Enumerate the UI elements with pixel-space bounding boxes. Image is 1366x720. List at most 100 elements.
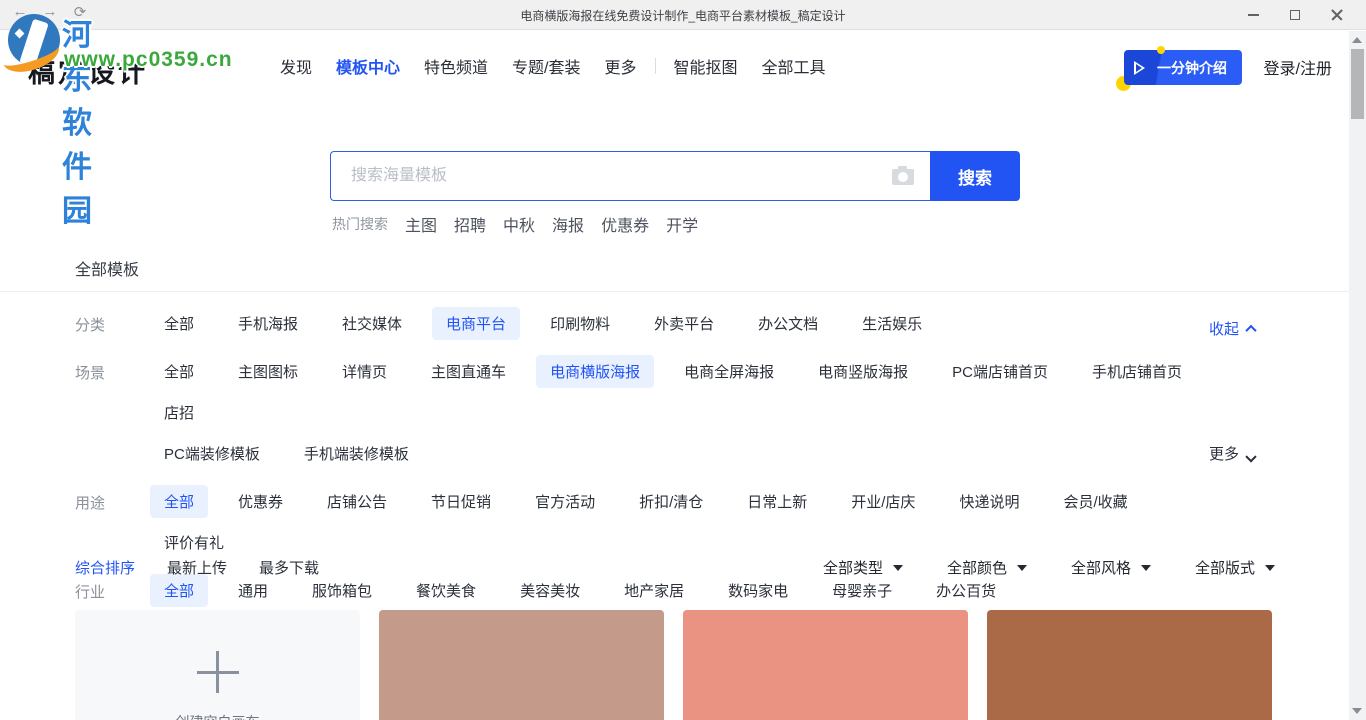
hot-search-item[interactable]: 中秋	[503, 212, 535, 236]
filter-chip[interactable]: 印刷物料	[536, 307, 624, 340]
template-card-thumbnail[interactable]	[987, 610, 1272, 720]
hot-search-item[interactable]: 开学	[666, 212, 698, 236]
filter-chip[interactable]: 全部	[150, 355, 208, 388]
filter-chip[interactable]: 主图图标	[224, 355, 312, 388]
filter-chip[interactable]: 美容美妆	[506, 574, 594, 607]
login-register-link[interactable]: 登录/注册	[1264, 55, 1332, 79]
sort-tab[interactable]: 最多下载	[259, 557, 319, 578]
nav-item[interactable]: 发现	[280, 54, 312, 78]
close-button[interactable]	[1316, 0, 1358, 30]
filter-chip[interactable]: 全部	[150, 307, 208, 340]
filter-chip[interactable]: 节日促销	[417, 485, 505, 518]
nav-tool-item[interactable]: 智能抠图	[674, 54, 738, 78]
filter-chip[interactable]: 服饰箱包	[298, 574, 386, 607]
filter-chip[interactable]: 办公百货	[922, 574, 1010, 607]
nav-item[interactable]: 更多	[605, 54, 637, 78]
template-card-thumbnail[interactable]	[683, 610, 968, 720]
maximize-button[interactable]	[1274, 0, 1316, 30]
filter-chip[interactable]: PC端装修模板	[150, 437, 274, 470]
hot-search-item[interactable]: 招聘	[454, 212, 486, 236]
scroll-up-icon[interactable]	[1352, 37, 1362, 43]
filter-label: 分类	[75, 307, 150, 335]
filter-chip[interactable]: 电商全屏海报	[670, 355, 788, 388]
dropdown-label: 全部颜色	[947, 557, 1007, 578]
filter-chip[interactable]: 社交媒体	[328, 307, 416, 340]
hot-search-list: 主图招聘中秋海报优惠券开学	[405, 212, 698, 236]
minimize-button[interactable]	[1232, 0, 1274, 30]
filter-chip[interactable]: 评价有礼	[150, 526, 238, 559]
hot-search-item[interactable]: 海报	[552, 212, 584, 236]
filter-chip[interactable]: 详情页	[328, 355, 401, 388]
filter-chip[interactable]: 电商竖版海报	[804, 355, 922, 388]
search-button[interactable]: 搜索	[930, 151, 1020, 201]
filter-chip[interactable]: 手机端装修模板	[290, 437, 423, 470]
nav-item[interactable]: 模板中心	[336, 54, 400, 78]
template-cards	[379, 610, 1272, 720]
filter-chip[interactable]: 折扣/清仓	[625, 485, 717, 518]
search-input[interactable]	[331, 152, 930, 200]
nav-item[interactable]: 特色频道	[424, 54, 488, 78]
hot-search-item[interactable]: 主图	[405, 212, 437, 236]
filter-chip[interactable]: 地产家居	[610, 574, 698, 607]
sort-tab[interactable]: 综合排序	[75, 557, 135, 578]
more-label: 更多	[1209, 443, 1239, 464]
hot-search-item[interactable]: 优惠券	[601, 212, 649, 236]
create-blank-canvas-card[interactable]: 创建空白画布	[75, 610, 360, 720]
filter-chip[interactable]: 数码家电	[714, 574, 802, 607]
title-bar: 电商横版海报在线免费设计制作_电商平台素材模板_稿定设计	[0, 0, 1366, 30]
header: 稿定设计 发现模板中心特色频道专题/套装 更多 智能抠图全部工具 一分钟介绍 登录…	[0, 31, 1366, 100]
collapse-label: 收起	[1209, 318, 1239, 339]
search-bar: 搜索	[330, 151, 1020, 201]
filter-label: 用途	[75, 485, 150, 513]
maximize-icon	[1290, 10, 1300, 20]
tools-list: 智能抠图全部工具	[674, 54, 826, 78]
scroll-down-icon[interactable]	[1352, 708, 1362, 714]
search-box	[330, 151, 930, 201]
more-link[interactable]: 更多	[1209, 443, 1255, 464]
filter-chip[interactable]: 电商平台	[432, 307, 520, 340]
filter-row-purpose: 用途 全部优惠券店铺公告节日促销官方活动折扣/清仓日常上新开业/店庆快递说明会员…	[0, 485, 1349, 559]
filter-chip[interactable]: 全部	[150, 574, 208, 607]
filter-chip[interactable]: 餐饮美食	[402, 574, 490, 607]
filter-chip[interactable]: 外卖平台	[640, 307, 728, 340]
filter-dropdown[interactable]: 全部风格	[1071, 557, 1151, 578]
filter-dropdown[interactable]: 全部颜色	[947, 557, 1027, 578]
dropdown-label: 全部版式	[1195, 557, 1255, 578]
nav-item[interactable]: 专题/套装	[512, 54, 580, 78]
filter-dropdown[interactable]: 全部版式	[1195, 557, 1275, 578]
filter-chip[interactable]: 电商横版海报	[536, 355, 654, 388]
template-card-thumbnail[interactable]	[379, 610, 664, 720]
filter-chip[interactable]: 日常上新	[733, 485, 821, 518]
filter-chip[interactable]: 快递说明	[945, 485, 1033, 518]
filter-chip[interactable]: 办公文档	[744, 307, 832, 340]
sort-tabs: 综合排序 最新上传 最多下载	[75, 557, 319, 578]
filter-chip[interactable]: 通用	[224, 574, 282, 607]
filter-chip[interactable]: 开业/店庆	[837, 485, 929, 518]
collapse-link[interactable]: 收起	[1209, 318, 1255, 339]
brand-logo[interactable]: 稿定设计	[28, 51, 148, 90]
filter-chip[interactable]: 母婴亲子	[818, 574, 906, 607]
sort-bar: 综合排序 最新上传 最多下载 全部类型 全部颜色 全部风格	[75, 557, 1275, 578]
filter-chip[interactable]: 会员/收藏	[1049, 485, 1141, 518]
filter-chip[interactable]: 全部	[150, 485, 208, 518]
camera-icon[interactable]	[892, 169, 914, 185]
filter-chip[interactable]: 手机海报	[224, 307, 312, 340]
filter-chip[interactable]: PC端店铺首页	[938, 355, 1062, 388]
filter-chip[interactable]: 优惠券	[224, 485, 297, 518]
back-icon[interactable]: ←	[12, 3, 28, 21]
filter-chip[interactable]: 手机店铺首页	[1078, 355, 1196, 388]
filter-chip[interactable]: 主图直通车	[417, 355, 520, 388]
sort-tab[interactable]: 最新上传	[167, 557, 227, 578]
filter-chip[interactable]: 店招	[150, 396, 208, 429]
filter-chip[interactable]: 店铺公告	[313, 485, 401, 518]
chevron-down-icon	[1245, 451, 1256, 462]
refresh-icon[interactable]: ⟳	[72, 3, 88, 21]
filter-chip[interactable]: 官方活动	[521, 485, 609, 518]
filter-dropdown[interactable]: 全部类型	[823, 557, 903, 578]
forward-icon[interactable]: →	[42, 3, 58, 21]
one-minute-intro-button[interactable]: 一分钟介绍	[1124, 50, 1242, 85]
scrollbar-thumb[interactable]	[1351, 49, 1364, 119]
filter-chip[interactable]: 生活娱乐	[848, 307, 936, 340]
nav-tool-item[interactable]: 全部工具	[762, 54, 826, 78]
filter-row-industry: 行业 全部通用服饰箱包餐饮美食美容美妆地产家居数码家电母婴亲子办公百货	[0, 574, 1349, 607]
